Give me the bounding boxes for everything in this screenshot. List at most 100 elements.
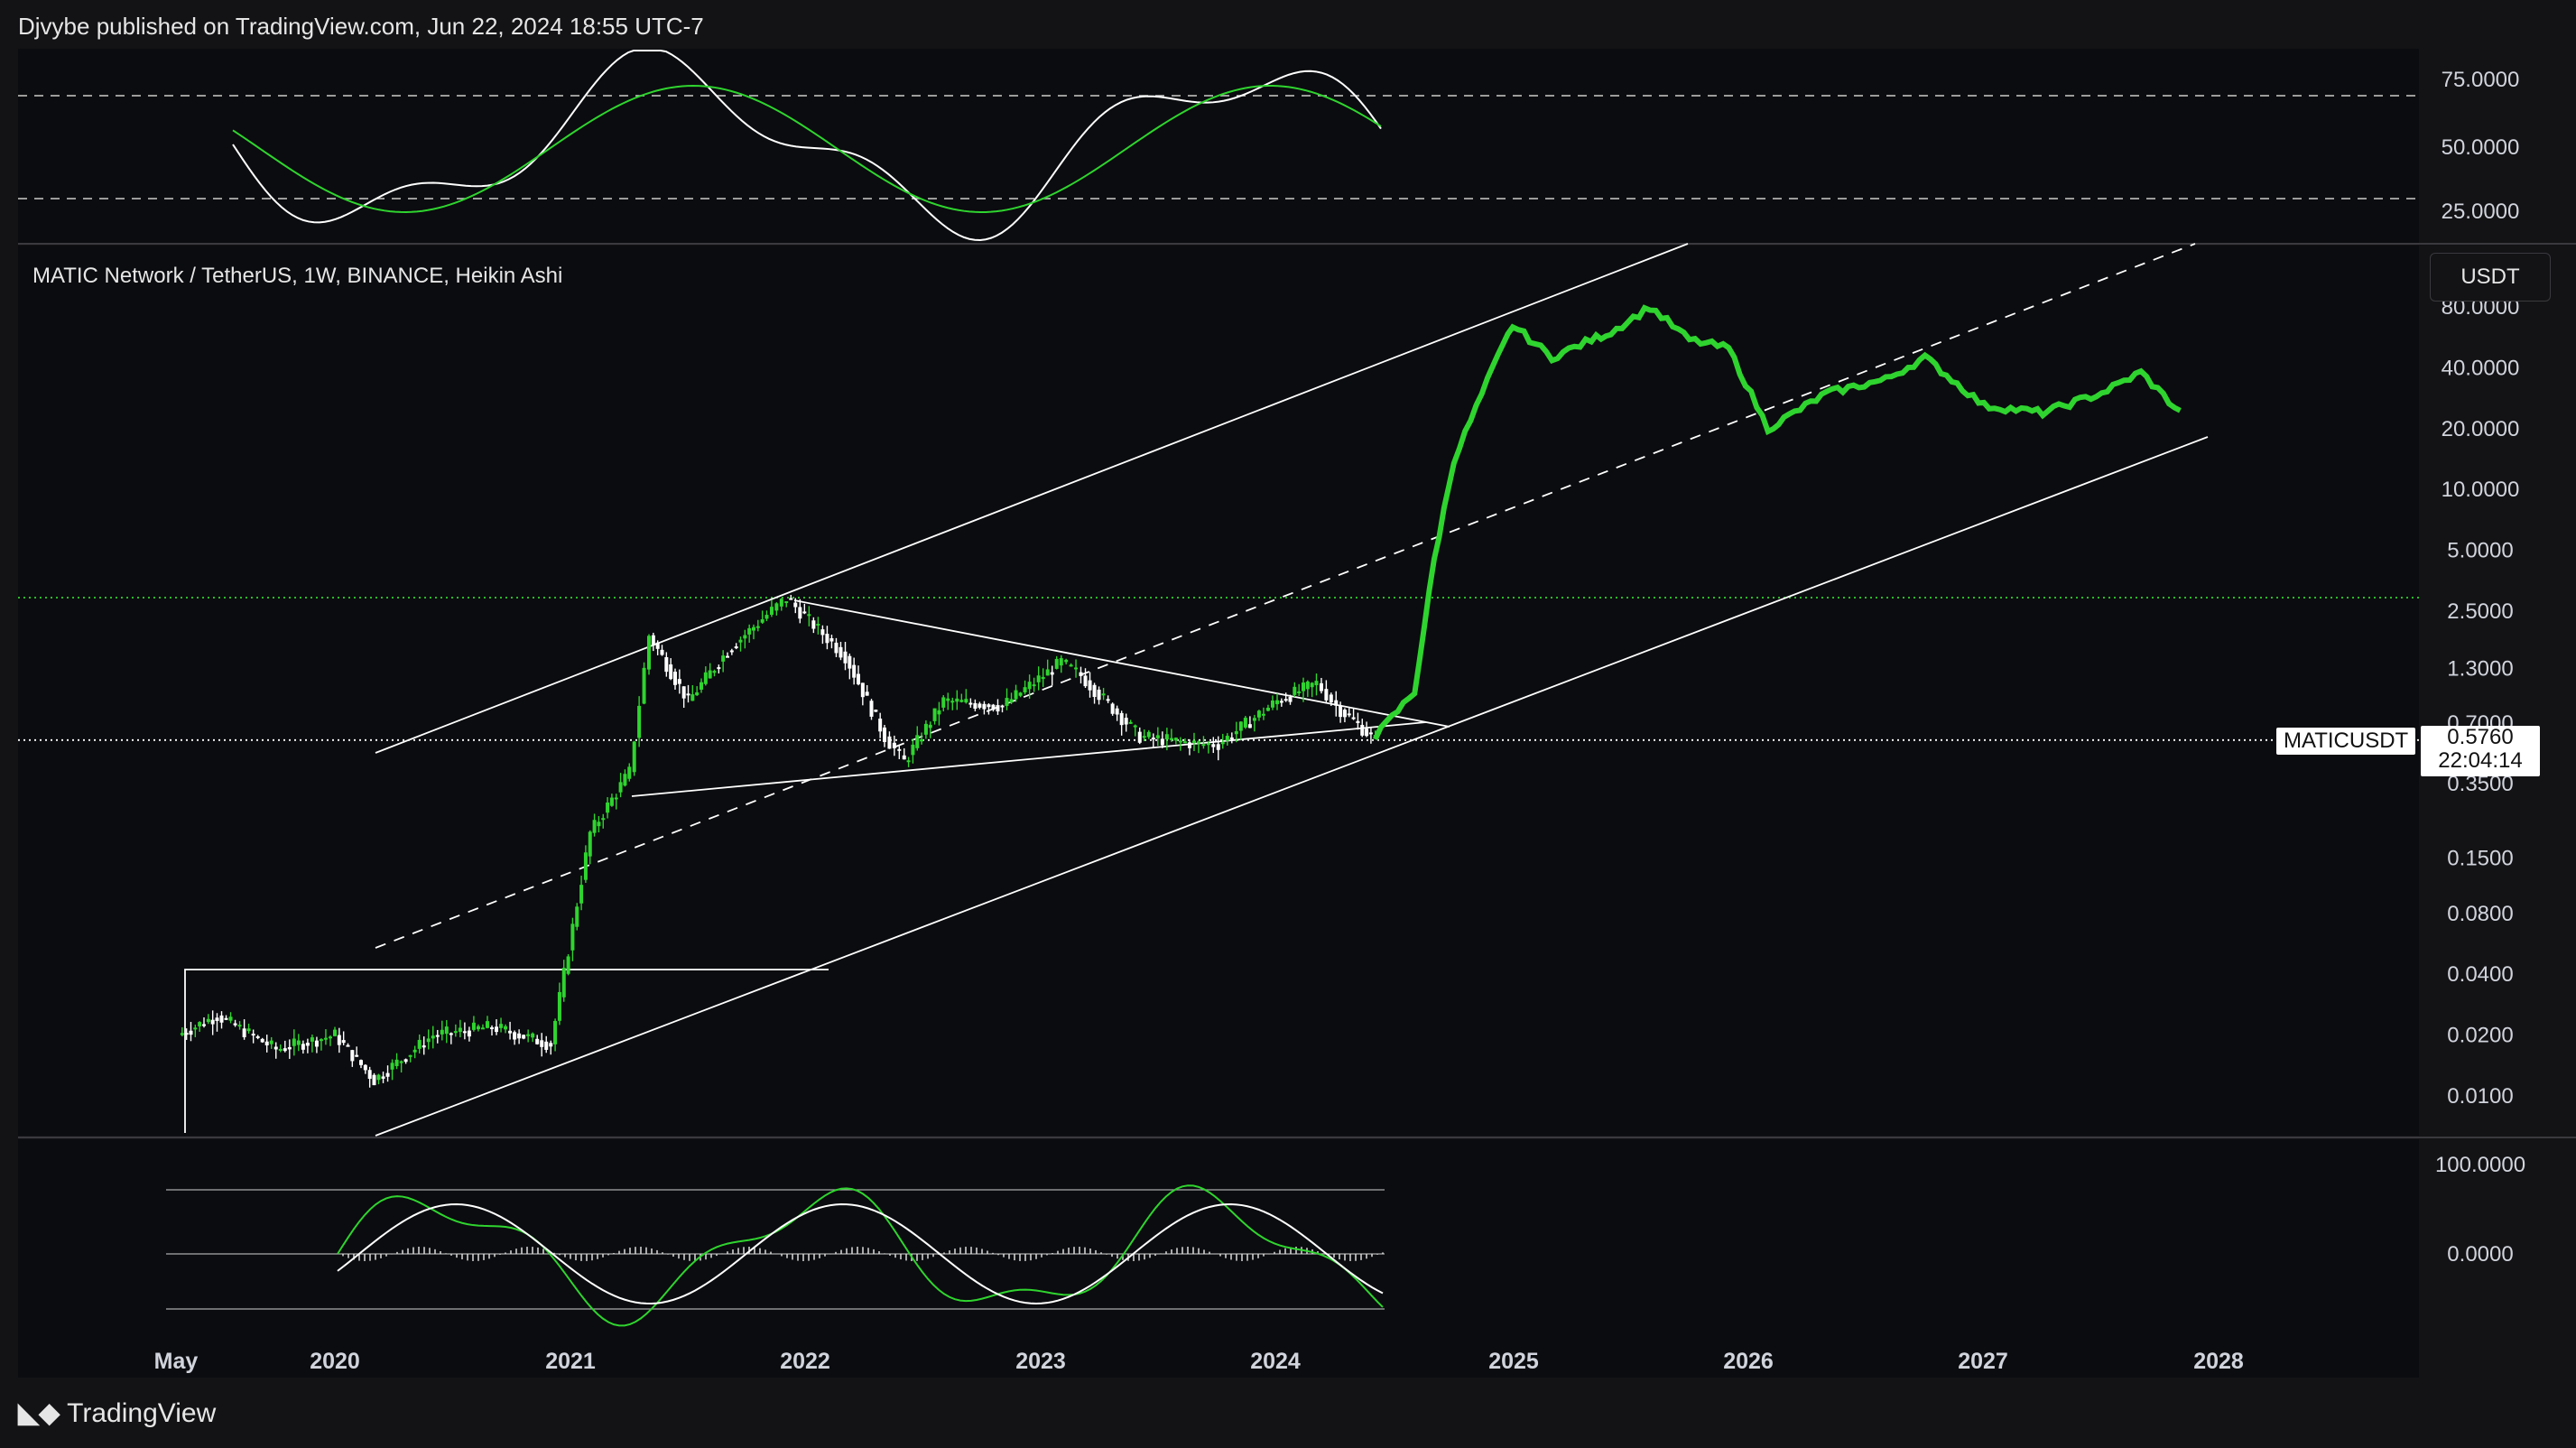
candle-body	[260, 1038, 264, 1043]
candle-body	[219, 1015, 224, 1023]
candle-body	[264, 1041, 269, 1046]
candle-body	[431, 1035, 435, 1039]
candle-body	[928, 724, 932, 729]
candle-body	[1000, 705, 1005, 708]
candle-body	[1314, 681, 1319, 686]
candle-body	[476, 1026, 480, 1030]
candle-body	[932, 708, 937, 721]
candle-body	[1124, 718, 1128, 725]
candle-body	[426, 1038, 431, 1043]
candle-body	[328, 1036, 332, 1039]
candle-body	[323, 1037, 328, 1040]
candle-body	[287, 1046, 292, 1050]
candle-body	[1014, 690, 1018, 700]
candle-body	[1164, 734, 1169, 740]
candle-body	[449, 1033, 453, 1035]
candle-body	[1137, 731, 1142, 743]
osc-tick-label: 75.0000	[2442, 68, 2520, 92]
candle-body	[681, 686, 686, 699]
candle-body	[1155, 735, 1160, 738]
candle-body	[490, 1027, 494, 1030]
candle-body	[623, 774, 627, 786]
candle-body	[637, 705, 642, 738]
candle-body	[1305, 681, 1310, 690]
candle-body	[690, 694, 695, 701]
candle-body	[1247, 724, 1252, 729]
candle-body	[1288, 697, 1293, 702]
candle-body	[1133, 725, 1137, 728]
candle-body	[180, 1033, 184, 1035]
candle-body	[1252, 718, 1256, 721]
candle-body	[346, 1044, 350, 1047]
last-price: 0.5760	[2447, 725, 2514, 749]
candle-body	[575, 906, 579, 927]
candle-body	[793, 602, 798, 608]
candle-body	[632, 741, 636, 773]
currency-button[interactable]: USDT	[2430, 253, 2551, 302]
candle-body	[341, 1040, 346, 1044]
candle-body	[923, 723, 928, 735]
brand-label: TradingView	[67, 1397, 217, 1428]
candle-body	[764, 615, 769, 619]
candle-body	[816, 624, 820, 627]
candle-body	[1197, 741, 1200, 744]
candle-body	[712, 671, 717, 673]
candle-body	[237, 1025, 242, 1027]
candle-body	[673, 672, 677, 685]
candle-body	[959, 700, 964, 702]
candle-body	[566, 956, 570, 974]
candle-body	[1169, 738, 1173, 740]
candle-body	[292, 1038, 296, 1046]
candle-body	[399, 1061, 403, 1063]
candle-body	[1023, 687, 1027, 693]
candle-body	[642, 667, 646, 704]
candle-body	[462, 1031, 467, 1034]
chart-canvas[interactable]: May 2020 2021 2022 2023 2024 2025 2026 2027 20288…	[0, 0, 2576, 1448]
price-tick-label: 10.0000	[2442, 478, 2520, 502]
candle-body	[355, 1054, 359, 1057]
candle-body	[1032, 684, 1036, 687]
candle-body	[372, 1074, 376, 1086]
candle-body	[669, 664, 673, 680]
candle-body	[1064, 659, 1069, 663]
candle-body	[350, 1050, 355, 1062]
candle-body	[1092, 684, 1097, 698]
osc2-tick-label: 100.0000	[2435, 1153, 2525, 1177]
candle-body	[206, 1018, 210, 1023]
candle-body	[283, 1048, 287, 1052]
candle-body	[570, 924, 575, 951]
candle-body	[820, 629, 825, 636]
candle-body	[1173, 738, 1178, 741]
price-tick-label: 20.0000	[2442, 417, 2520, 441]
candle-body	[1041, 676, 1045, 680]
candle-body	[874, 710, 878, 712]
candle-body	[412, 1049, 417, 1053]
candle-body	[807, 614, 811, 617]
candle-body	[798, 607, 802, 619]
candle-body	[869, 701, 874, 717]
candle-body	[1146, 731, 1151, 738]
candle-body	[686, 693, 690, 696]
candle-body	[738, 639, 743, 643]
symbol-title: MATIC Network / TetherUS, 1W, BINANCE, H…	[32, 264, 563, 288]
candle-body	[1265, 707, 1270, 711]
candle-body	[982, 703, 987, 710]
candle-body	[1110, 703, 1115, 714]
candle-body	[305, 1043, 310, 1046]
candle-body	[606, 802, 610, 813]
candle-body	[588, 831, 592, 857]
candle-body	[224, 1017, 228, 1020]
candle-body	[760, 619, 764, 623]
tradingview-brand[interactable]: ◣◆ TradingView	[18, 1397, 216, 1429]
candle-body	[950, 701, 955, 703]
candle-body	[485, 1021, 489, 1028]
candle-body	[852, 664, 857, 678]
candle-body	[1275, 700, 1279, 705]
candle-body	[557, 991, 561, 1021]
candle-body	[535, 1038, 540, 1044]
candle-body	[734, 646, 738, 649]
candle-body	[597, 821, 601, 827]
candle-body	[1069, 664, 1073, 667]
candle-body	[1216, 744, 1220, 750]
candle-body	[1365, 729, 1369, 737]
